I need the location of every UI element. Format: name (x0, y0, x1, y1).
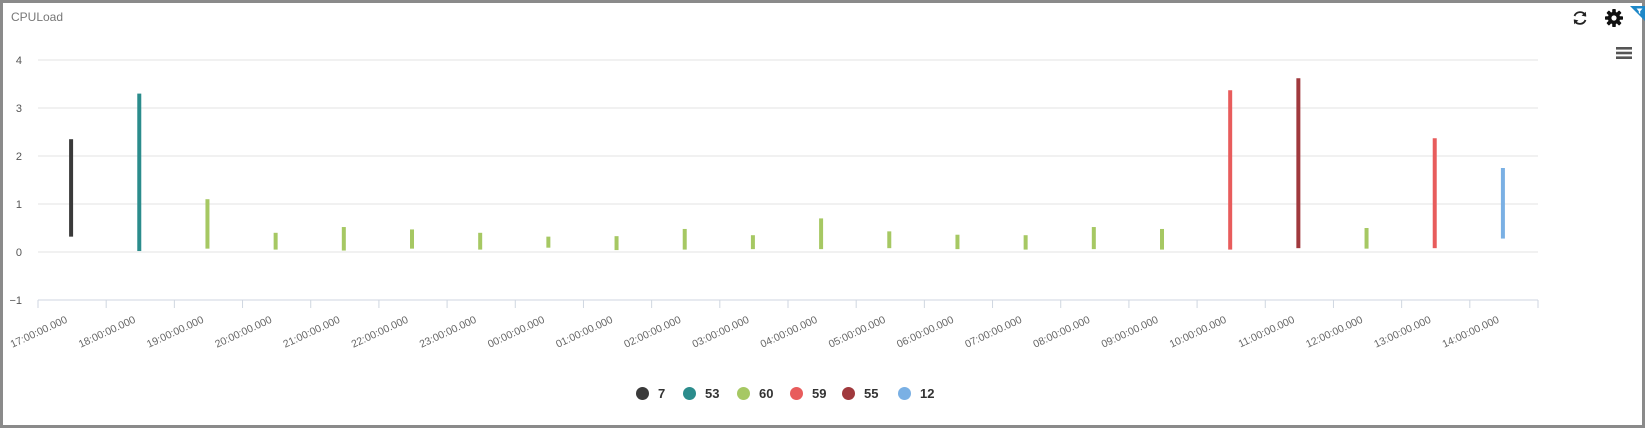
bar-series-60[interactable] (205, 199, 210, 249)
bar-series-60[interactable] (614, 236, 619, 251)
x-tick-label: 17:00:00.000 (9, 314, 70, 351)
legend-dot (898, 386, 911, 400)
x-tick-label: 02:00:00.000 (622, 314, 683, 351)
bars-layer (69, 78, 1505, 252)
legend-dot (683, 386, 696, 400)
cpu-load-chart: −1 0 1 2 3 4 17:00:00.000 18:00:00.000 19:00:00.… (9, 55, 1539, 351)
bar-series-60[interactable] (819, 218, 824, 250)
bar-series-60[interactable] (410, 229, 414, 249)
bar-series-60[interactable] (1160, 228, 1164, 250)
bar-series-60[interactable] (887, 231, 892, 249)
axis-layer: −1 0 1 2 3 4 17:00:00.000 18:00:00.000 19:00:00.… (9, 55, 1539, 351)
legend-item-7[interactable]: 7 (636, 383, 665, 403)
bar-series-60[interactable] (955, 234, 960, 250)
legend-item-60[interactable]: 60 (737, 383, 773, 403)
legend-label: 60 (759, 385, 774, 401)
bar-series-60[interactable] (546, 236, 551, 248)
bar-series-60[interactable] (273, 232, 278, 250)
x-tick-label: 04:00:00.000 (759, 314, 820, 351)
legend-dot (737, 386, 750, 400)
y-tick-label: 0 (16, 247, 22, 259)
x-tick-label: 05:00:00.000 (827, 314, 888, 351)
x-tick-label: 20:00:00.000 (213, 314, 274, 351)
x-tick-label: 03:00:00.000 (690, 314, 751, 351)
legend-label: 7 (658, 385, 666, 401)
x-tick-label: 01:00:00.000 (554, 314, 615, 351)
x-tick-label: 12:00:00.000 (1304, 314, 1365, 351)
x-tick-label: 00:00:00.000 (486, 314, 547, 351)
x-tick-label: 09:00:00.000 (1100, 314, 1161, 351)
legend-label: 59 (812, 385, 827, 401)
legend-label: 55 (864, 385, 879, 401)
y-tick-label: 4 (16, 55, 22, 67)
y-tick-label: 3 (16, 103, 22, 115)
x-tick-label: 11:00:00.000 (1237, 314, 1297, 351)
x-tick-label: 06:00:00.000 (895, 314, 956, 351)
x-tick-label: 21:00:00.000 (281, 314, 342, 351)
y-tick-label: 2 (16, 151, 22, 163)
bar-series-60[interactable] (1023, 235, 1028, 250)
x-tick-label: 07:00:00.000 (963, 314, 1024, 351)
legend-dot (636, 386, 649, 400)
x-tick-label: 19:00:00.000 (145, 314, 206, 351)
legend-dot (842, 386, 855, 400)
legend-item-55[interactable]: 55 (842, 383, 878, 403)
legend-label: 12 (920, 385, 935, 401)
legend-label: 53 (705, 385, 720, 401)
bar-series-60[interactable] (478, 232, 483, 250)
x-tick-label: 10:00:00.000 (1168, 314, 1229, 351)
bar-series-60[interactable] (1091, 227, 1096, 250)
bar-series-53[interactable] (137, 93, 142, 252)
legend-item-59[interactable]: 59 (790, 383, 826, 403)
bar-series-7[interactable] (69, 139, 74, 237)
y-tick-label: 1 (16, 199, 22, 211)
bar-series-59[interactable] (1228, 90, 1233, 250)
y-tick-label: −1 (9, 295, 22, 307)
x-tick-label: 13:00:00.000 (1372, 314, 1433, 351)
x-tick-label: 23:00:00.000 (418, 314, 479, 351)
x-tick-label: 22:00:00.000 (350, 314, 411, 351)
bar-series-59[interactable] (1432, 138, 1437, 249)
grid-layer (38, 59, 1538, 253)
legend-item-12[interactable]: 12 (898, 383, 934, 403)
legend-dot (790, 386, 803, 400)
bar-series-55[interactable] (1296, 78, 1301, 249)
x-tick-label: 18:00:00.000 (77, 314, 138, 351)
bar-series-60[interactable] (1364, 228, 1369, 249)
bar-series-12[interactable] (1500, 168, 1505, 239)
x-tick-label: 08:00:00.000 (1031, 314, 1092, 351)
chart-legend: 7 53 60 59 55 12 (0, 383, 1645, 405)
x-tick-label: 14:00:00.000 (1440, 314, 1501, 351)
bar-series-60[interactable] (682, 228, 687, 250)
bar-series-60[interactable] (341, 227, 346, 251)
bar-series-60[interactable] (750, 235, 755, 250)
legend-item-53[interactable]: 53 (683, 383, 719, 403)
